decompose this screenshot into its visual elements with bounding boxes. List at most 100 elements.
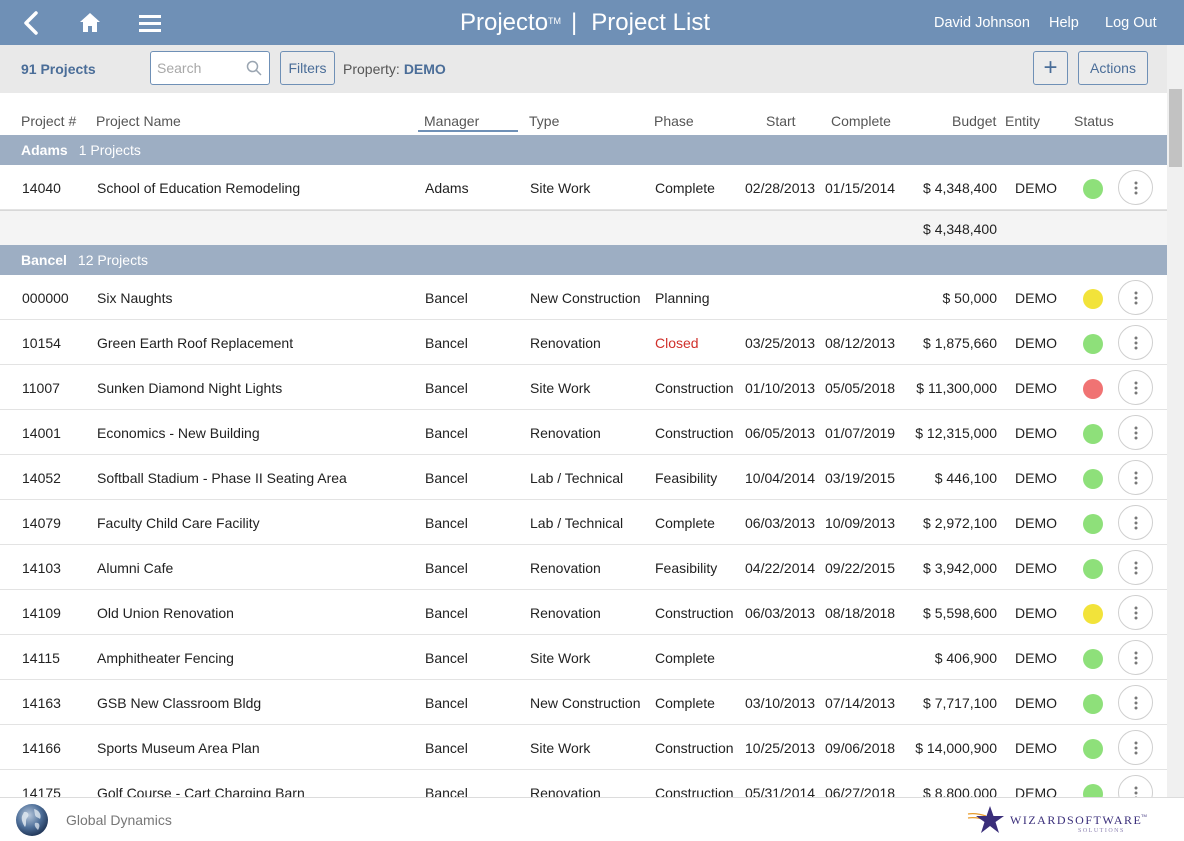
more-options-button[interactable] [1118,775,1153,797]
table-row[interactable]: 14115 Amphitheater Fencing Bancel Site Work… [0,635,1167,680]
more-options-button[interactable] [1118,730,1153,765]
col-project-name[interactable]: Project Name [96,113,181,129]
cell-phase: Construction [655,784,734,798]
table-row[interactable]: 14175 Golf Course - Cart Charging Barn Ban… [0,770,1167,797]
actions-button[interactable]: Actions [1078,51,1148,85]
logout-link[interactable]: Log Out [1105,0,1157,45]
table-row[interactable]: 14079 Faculty Child Care Facility Bancel La… [0,500,1167,545]
cell-phase: Feasibility [655,469,718,486]
top-bar: Projecto TM | Project List David Johnson He… [0,0,1184,45]
col-status[interactable]: Status [1074,113,1114,129]
cell-project-name: Alumni Cafe [97,559,174,576]
status-indicator [1083,514,1103,534]
cell-start: 06/05/2013 [745,424,816,441]
more-options-button[interactable] [1118,640,1153,675]
globe-icon [16,804,48,836]
property-selector[interactable]: Property: DEMO [343,45,446,93]
col-budget[interactable]: Budget [952,113,996,129]
col-complete[interactable]: Complete [831,113,891,129]
more-vert-icon [1134,471,1137,484]
cell-complete: 03/19/2015 [825,469,896,486]
more-options-button[interactable] [1118,550,1153,585]
subtotal-budget: $ 4,348,400 [923,220,997,237]
cell-start: 06/03/2013 [745,604,816,621]
menu-icon[interactable] [130,0,170,45]
status-indicator [1083,649,1103,669]
table-row[interactable]: 14163 GSB New Classroom Bldg Bancel New Con… [0,680,1167,725]
col-phase[interactable]: Phase [654,113,694,129]
add-project-button[interactable]: + [1033,51,1068,85]
cell-phase: Complete [655,694,715,711]
search-icon[interactable] [246,60,262,76]
project-list: Adams 1 Projects 14040 School of Education … [0,135,1167,797]
table-row[interactable]: 14166 Sports Museum Area Plan Bancel Site W… [0,725,1167,770]
table-row[interactable]: 11007 Sunken Diamond Night Lights Bancel Si… [0,365,1167,410]
cell-manager: Bancel [425,424,468,441]
cell-project-name: Amphitheater Fencing [97,649,234,666]
col-manager[interactable]: Manager [418,113,518,132]
group-header[interactable]: Adams 1 Projects [0,135,1167,165]
cell-start: 01/10/2013 [745,379,816,396]
cell-type: Renovation [530,604,601,621]
cell-entity: DEMO [1015,424,1057,441]
more-vert-icon [1134,381,1137,394]
group-subtotal-row: $ 4,348,400 [0,210,1167,245]
cell-entity: DEMO [1015,694,1057,711]
cell-type: New Construction [530,289,641,306]
search-input[interactable] [151,53,239,83]
more-options-button[interactable] [1118,170,1153,205]
page-title-text: Project List [591,8,710,36]
scrollbar[interactable] [1167,45,1184,797]
col-project-no[interactable]: Project # [21,113,76,129]
col-type[interactable]: Type [529,113,559,129]
cell-entity: DEMO [1015,739,1057,756]
col-start[interactable]: Start [766,113,796,129]
more-options-button[interactable] [1118,280,1153,315]
status-indicator [1083,469,1103,489]
group-header[interactable]: Bancel 12 Projects [0,245,1167,275]
filters-button[interactable]: Filters [280,51,335,85]
trademark: TM [548,15,562,26]
cell-type: Site Work [530,379,591,396]
scrollbar-thumb[interactable] [1169,89,1182,167]
more-options-button[interactable] [1118,415,1153,450]
cell-type: Site Work [530,649,591,666]
cell-manager: Bancel [425,784,468,798]
more-vert-icon [1134,516,1137,529]
search-box[interactable] [150,51,270,85]
cell-complete: 07/14/2013 [825,694,896,711]
cell-entity: DEMO [1015,379,1057,396]
table-row[interactable]: 000000 Six Naughts Bancel New Construction P… [0,275,1167,320]
cell-manager: Bancel [425,649,468,666]
cell-project-no: 14079 [22,514,61,531]
cell-budget: $ 446,100 [934,469,997,486]
table-row[interactable]: 14001 Economics - New Building Bancel Renov… [0,410,1167,455]
more-options-button[interactable] [1118,325,1153,360]
table-row[interactable]: 14109 Old Union Renovation Bancel Renovatio… [0,590,1167,635]
app-name: Projecto [460,8,549,36]
cell-phase: Construction [655,739,734,756]
page-title: Projecto TM | Project List [460,0,710,45]
back-icon[interactable] [14,0,48,45]
cell-budget: $ 5,598,600 [923,604,997,621]
table-row[interactable]: 10154 Green Earth Roof Replacement Bancel R… [0,320,1167,365]
more-options-button[interactable] [1118,505,1153,540]
table-row[interactable]: 14040 School of Education Remodeling Adams… [0,165,1167,210]
table-row[interactable]: 14103 Alumni Cafe Bancel Renovation Feasibil… [0,545,1167,590]
home-icon[interactable] [70,0,110,45]
cell-budget: $ 4,348,400 [923,179,997,196]
col-entity[interactable]: Entity [1005,113,1040,129]
cell-entity: DEMO [1015,649,1057,666]
user-name-link[interactable]: David Johnson [934,0,1030,45]
more-options-button[interactable] [1118,370,1153,405]
more-options-button[interactable] [1118,685,1153,720]
cell-entity: DEMO [1015,469,1057,486]
cell-budget: $ 50,000 [942,289,998,306]
cell-type: Lab / Technical [530,469,624,486]
cell-phase: Complete [655,514,715,531]
more-options-button[interactable] [1118,595,1153,630]
more-options-button[interactable] [1118,460,1153,495]
cell-project-no: 11007 [22,379,60,396]
table-row[interactable]: 14052 Softball Stadium - Phase II Seating… [0,455,1167,500]
help-link[interactable]: Help [1049,0,1079,45]
